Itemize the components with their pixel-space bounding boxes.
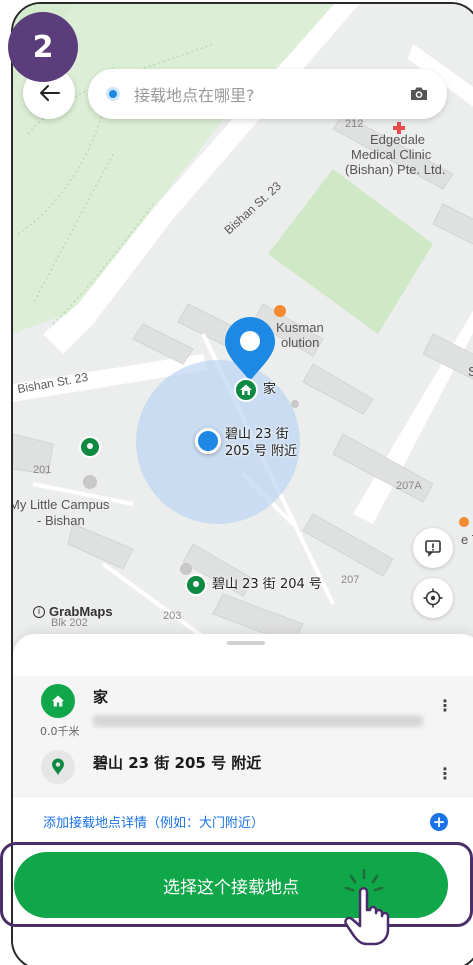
- step-badge: 2: [8, 12, 78, 82]
- poi-campus-line2: - Bishan: [37, 513, 85, 528]
- building-number-212: 212: [345, 118, 364, 130]
- poi-kusman-line2: olution: [281, 335, 320, 350]
- home-marker-icon[interactable]: [234, 378, 258, 402]
- pickup-dot-icon: [106, 87, 120, 101]
- building-number-203: 203: [163, 610, 182, 622]
- home-icon: [41, 684, 75, 718]
- camera-icon[interactable]: [409, 85, 429, 103]
- more-options-icon[interactable]: ⋮: [437, 696, 453, 715]
- building-number-201: 201: [33, 464, 52, 476]
- block-204-pin-icon[interactable]: [185, 574, 207, 596]
- pickup-search-field[interactable]: 接载地点在哪里?: [88, 69, 447, 119]
- location-results-list: 家 0.0千米 ⋮ 碧山 23 街 205 号 附近 ⋮: [13, 676, 473, 796]
- current-location-label-line1: 碧山 23 街: [225, 427, 289, 442]
- recenter-button[interactable]: [413, 578, 453, 618]
- result-distance: 0.0千米: [40, 725, 80, 738]
- current-location-dot: [195, 428, 221, 454]
- green-pin-icon[interactable]: [79, 436, 101, 458]
- building-number-207a: 207A: [396, 480, 422, 492]
- grabmaps-logo: GrabMaps: [49, 604, 113, 619]
- report-icon: [425, 540, 441, 557]
- poi-campus-line1: My Little Campus: [11, 497, 110, 512]
- poi-medical-line3: (Bishan) Pte. Ltd.: [345, 162, 446, 177]
- map-attribution[interactable]: i GrabMaps: [33, 604, 113, 619]
- add-pickup-details-link[interactable]: 添加接载地点详情（例如：大门附近）: [43, 812, 473, 831]
- sheet-drag-handle[interactable]: [227, 641, 265, 645]
- result-title: 碧山 23 街 205 号 附近: [93, 754, 262, 772]
- phone-frame: 212 Edgedale Medical Clinic (Bishan) Pte…: [11, 2, 473, 965]
- poi-kusman-line1: Kusman: [276, 320, 324, 335]
- poi-edge-right: Sh: [468, 364, 473, 379]
- add-icon[interactable]: +: [430, 813, 448, 831]
- pickup-search-placeholder[interactable]: 接载地点在哪里?: [134, 82, 409, 106]
- poi-medical-line2: Medical Clinic: [351, 147, 432, 162]
- back-arrow-icon: [40, 85, 60, 101]
- building-number-207: 207: [341, 574, 360, 586]
- result-title: 家: [93, 688, 109, 706]
- location-pin-icon: [41, 750, 75, 784]
- pickup-details-row[interactable]: 添加接载地点详情（例如：大门附近） +: [13, 796, 473, 846]
- crosshair-icon: [423, 588, 443, 608]
- poi-medical-line1: Edgedale: [370, 132, 425, 147]
- more-options-icon[interactable]: ⋮: [437, 764, 453, 783]
- home-marker-label: 家: [263, 382, 277, 397]
- screen: 2 212 Edgedale Medical Clinic (Bishan) P…: [0, 0, 473, 965]
- poi-edge-tr: e Tr: [461, 532, 473, 547]
- current-location-label-line2: 205 号 附近: [225, 444, 298, 459]
- report-issue-button[interactable]: [413, 528, 453, 568]
- list-item[interactable]: 碧山 23 街 205 号 附近 ⋮: [13, 744, 473, 796]
- pickup-pin-icon[interactable]: [219, 314, 281, 384]
- tap-hand-icon: [344, 868, 390, 946]
- block-204-label: 碧山 23 街 204 号: [212, 577, 322, 592]
- list-item[interactable]: 家 0.0千米 ⋮: [13, 676, 473, 738]
- info-icon: i: [33, 605, 45, 618]
- result-address-redacted: [93, 715, 423, 727]
